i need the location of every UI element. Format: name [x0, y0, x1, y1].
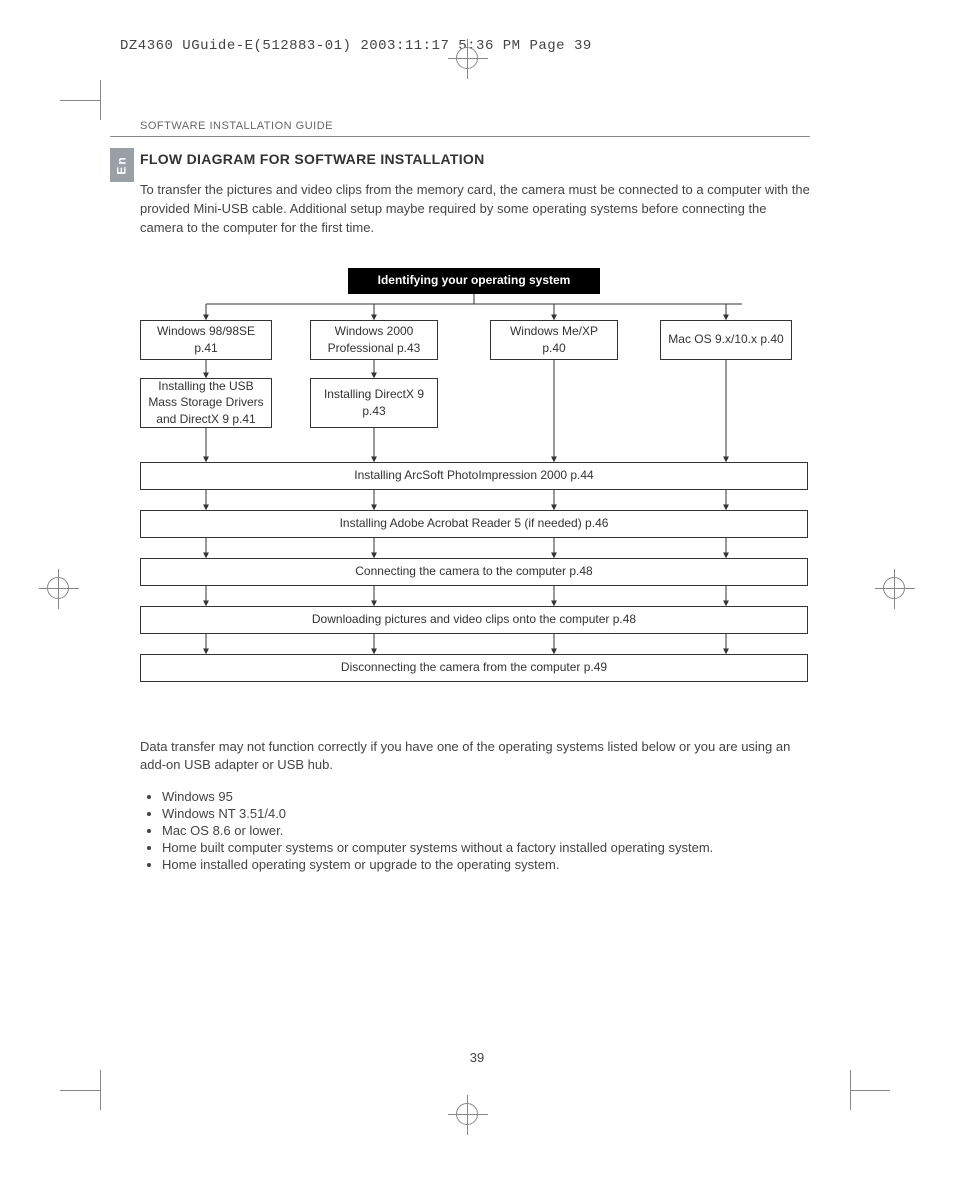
list-item: Home built computer systems or computer … [162, 840, 810, 855]
row-download: Downloading pictures and video clips ont… [140, 606, 808, 634]
crop-mark-bl [60, 1070, 100, 1110]
list-item: Mac OS 8.6 or lower. [162, 823, 810, 838]
page-number: 39 [0, 1050, 954, 1065]
row-connect: Connecting the camera to the computer p.… [140, 558, 808, 586]
sub-box-usb-drivers: Installing the USB Mass Storage Drivers … [140, 378, 272, 428]
sub-box-directx: Installing DirectX 9 p.43 [310, 378, 438, 428]
os-box-win98: Windows 98/98SE p.41 [140, 320, 272, 360]
row-acrobat: Installing Adobe Acrobat Reader 5 (if ne… [140, 510, 808, 538]
diagram-header: Identifying your operating system [348, 268, 600, 294]
crop-mark-br [850, 1070, 890, 1110]
crop-mark-tl [60, 80, 100, 120]
intro-paragraph: To transfer the pictures and video clips… [140, 181, 810, 238]
section-label: SOFTWARE INSTALLATION GUIDE [110, 120, 810, 137]
list-item: Windows NT 3.51/4.0 [162, 806, 810, 821]
list-item: Home installed operating system or upgra… [162, 857, 810, 872]
list-item: Windows 95 [162, 789, 810, 804]
registration-mark-left [47, 577, 69, 599]
unsupported-os-list: Windows 95 Windows NT 3.51/4.0 Mac OS 8.… [144, 789, 810, 872]
row-arcsoft: Installing ArcSoft PhotoImpression 2000 … [140, 462, 808, 490]
registration-mark-right [883, 577, 905, 599]
row-disconnect: Disconnecting the camera from the comput… [140, 654, 808, 682]
flow-diagram: Identifying your operating system Window… [140, 268, 810, 698]
os-box-macos: Mac OS 9.x/10.x p.40 [660, 320, 792, 360]
os-box-win2000: Windows 2000 Professional p.43 [310, 320, 438, 360]
os-box-winme: Windows Me/XP p.40 [490, 320, 618, 360]
page-title: FLOW DIAGRAM FOR SOFTWARE INSTALLATION [140, 151, 810, 167]
registration-mark-bottom [456, 1103, 478, 1125]
page-content: SOFTWARE INSTALLATION GUIDE FLOW DIAGRAM… [110, 120, 810, 874]
registration-mark-top [456, 47, 478, 69]
print-header: DZ4360 UGuide-E(512883-01) 2003:11:17 5:… [120, 38, 592, 54]
compatibility-note: Data transfer may not function correctly… [140, 738, 810, 776]
